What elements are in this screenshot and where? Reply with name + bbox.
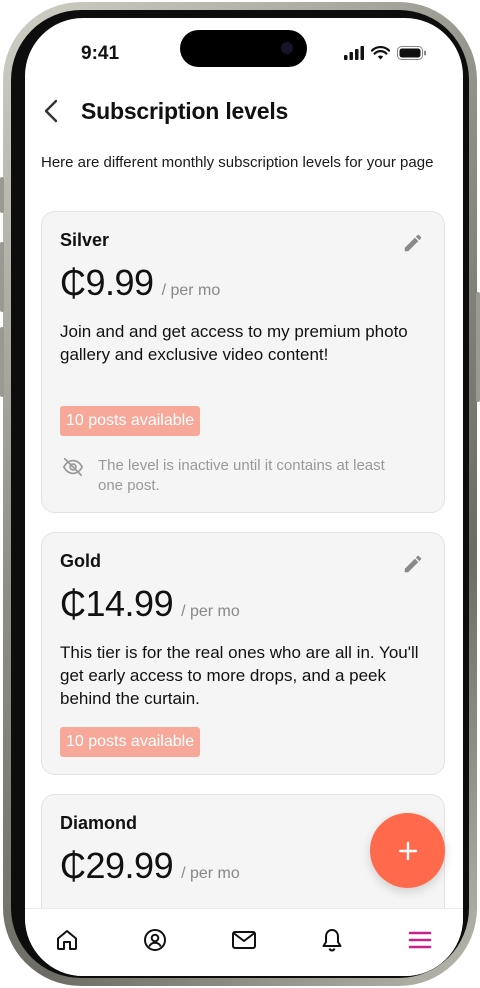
volume-down-button xyxy=(0,327,4,397)
pencil-icon xyxy=(404,234,422,252)
level-description: This tier is for the real ones who are a… xyxy=(60,643,419,708)
add-level-button[interactable] xyxy=(370,813,445,888)
status-icons xyxy=(344,46,427,60)
price: ₵14.99 xyxy=(60,583,174,624)
price: ₵9.99 xyxy=(60,262,154,303)
price-row: ₵9.99 / per mo xyxy=(60,262,220,304)
nav-menu[interactable] xyxy=(403,923,437,957)
edit-button[interactable] xyxy=(400,230,426,256)
level-card-gold[interactable]: Gold ₵14.99 / per mo This tier is for th… xyxy=(41,532,445,775)
battery-icon xyxy=(397,46,426,60)
mail-icon xyxy=(232,931,256,949)
wifi-icon xyxy=(371,46,390,60)
level-name: Gold xyxy=(60,551,101,571)
power-button xyxy=(476,292,480,402)
inactive-note: The level is inactive until it contains … xyxy=(60,456,408,496)
chevron-left-icon xyxy=(44,99,58,123)
profile-icon xyxy=(144,929,166,951)
posts-badge: 10 posts available xyxy=(60,406,201,436)
inactive-note-text: The level is inactive until it contains … xyxy=(98,457,385,494)
back-button[interactable] xyxy=(39,96,63,126)
nav-mail[interactable] xyxy=(227,923,261,957)
bell-icon xyxy=(322,929,342,952)
level-card-silver[interactable]: Silver ₵9.99 / per mo Join and and get a… xyxy=(41,211,445,513)
price-period: / per mo xyxy=(181,865,240,882)
status-time: 9:41 xyxy=(81,43,120,64)
camera-icon xyxy=(281,42,293,54)
nav-home[interactable] xyxy=(50,923,84,957)
mute-switch xyxy=(0,177,4,213)
home-icon xyxy=(57,930,77,950)
edit-button[interactable] xyxy=(400,551,426,577)
bottom-nav xyxy=(25,908,463,976)
level-name: Diamond xyxy=(60,813,138,833)
nav-notifications[interactable] xyxy=(315,923,349,957)
volume-up-button xyxy=(0,242,4,312)
level-name: Silver xyxy=(60,230,110,250)
plus-icon xyxy=(398,841,417,860)
price: ₵29.99 xyxy=(60,845,174,886)
screen: 9:41 Subscription levels Here are differ… xyxy=(25,18,463,976)
price-row: ₵14.99 / per mo xyxy=(60,583,240,625)
eye-off-icon xyxy=(62,457,84,477)
price-period: / per mo xyxy=(161,282,221,299)
dynamic-island xyxy=(180,30,307,67)
menu-icon xyxy=(408,931,432,949)
pencil-icon xyxy=(404,555,422,573)
posts-badge: 10 posts available xyxy=(60,727,201,757)
header: Subscription levels xyxy=(25,92,463,132)
price-row: ₵29.99 / per mo xyxy=(60,845,240,887)
intro-text: Here are different monthly subscription … xyxy=(41,154,434,171)
price-period: / per mo xyxy=(181,603,240,620)
signal-icon xyxy=(344,46,364,60)
nav-profile[interactable] xyxy=(138,923,172,957)
page-title: Subscription levels xyxy=(81,98,289,124)
phone-frame: 9:41 Subscription levels Here are differ… xyxy=(0,2,480,986)
level-description: Join and and get access to my premium ph… xyxy=(60,322,408,364)
